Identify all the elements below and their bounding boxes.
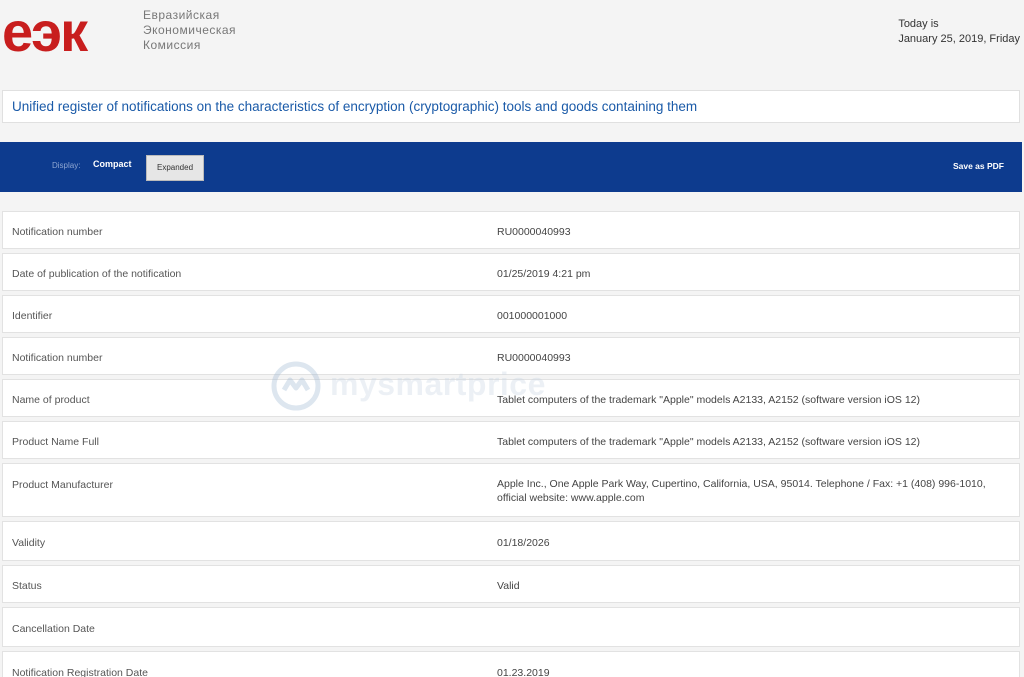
row-value: Tablet computers of the trademark "Apple… [497, 394, 921, 406]
register-title: Unified register of notifications on the… [12, 99, 698, 114]
row-label: Identifier [12, 310, 53, 322]
org-name-line-2: Экономическая [143, 23, 237, 37]
detail-row: Status Valid [2, 565, 1020, 603]
expanded-view-button[interactable]: Expanded [146, 155, 204, 181]
row-label: Name of product [12, 394, 90, 406]
row-value: 01/18/2026 [497, 537, 550, 549]
row-value: Tablet computers of the trademark "Apple… [497, 436, 921, 448]
detail-row: Cancellation Date [2, 607, 1020, 647]
row-value: Apple Inc., One Apple Park Way, Cupertin… [497, 478, 986, 504]
row-label: Validity [12, 537, 46, 549]
detail-row: Notification Registration Date 01.23.201… [2, 651, 1020, 677]
row-label: Notification number [12, 226, 103, 238]
row-value: Valid [497, 580, 520, 592]
detail-row: Product Name Full Tablet computers of th… [2, 421, 1020, 459]
row-label: Product Manufacturer [12, 479, 113, 491]
today-label: Today is [898, 18, 939, 30]
detail-row: Date of publication of the notification … [2, 253, 1020, 291]
row-label: Status [12, 580, 42, 592]
detail-row: Validity 01/18/2026 [2, 521, 1020, 561]
detail-row: Notification number RU0000040993 [2, 337, 1020, 375]
row-value: 01.23.2019 [497, 667, 550, 677]
today-date: Today is January 25, 2019, Friday [898, 17, 1020, 47]
header: еэк Евразийская Экономическая Комиссия T… [0, 0, 1024, 70]
org-name-line-3: Комиссия [143, 38, 201, 52]
detail-row: Notification number RU0000040993 [2, 211, 1020, 249]
row-label: Date of publication of the notification [12, 268, 182, 280]
row-value: RU0000040993 [497, 352, 571, 364]
display-toolbar: Display: Compact Expanded Save as PDF [0, 142, 1022, 192]
row-value: 001000001000 [497, 310, 568, 322]
compact-view-button[interactable]: Compact [93, 159, 132, 169]
register-title-box: Unified register of notifications on the… [2, 90, 1020, 123]
display-label: Display: [52, 161, 81, 170]
today-value: January 25, 2019, Friday [898, 33, 1020, 45]
row-value: RU0000040993 [497, 226, 571, 238]
org-name-line-1: Евразийская [143, 8, 220, 22]
row-label: Notification Registration Date [12, 667, 148, 677]
row-value: 01/25/2019 4:21 pm [497, 268, 591, 280]
detail-row: Product Manufacturer Apple Inc., One App… [2, 463, 1020, 517]
save-as-pdf-button[interactable]: Save as PDF [953, 161, 1004, 171]
row-label: Product Name Full [12, 436, 99, 448]
row-label: Notification number [12, 352, 103, 364]
page: еэк Евразийская Экономическая Комиссия T… [0, 0, 1024, 677]
detail-row: Identifier 001000001000 [2, 295, 1020, 333]
org-name: Евразийская Экономическая Комиссия [143, 8, 236, 53]
row-label: Cancellation Date [12, 623, 95, 635]
detail-row: Name of product Tablet computers of the … [2, 379, 1020, 417]
eec-logo[interactable]: еэк [2, 4, 88, 60]
